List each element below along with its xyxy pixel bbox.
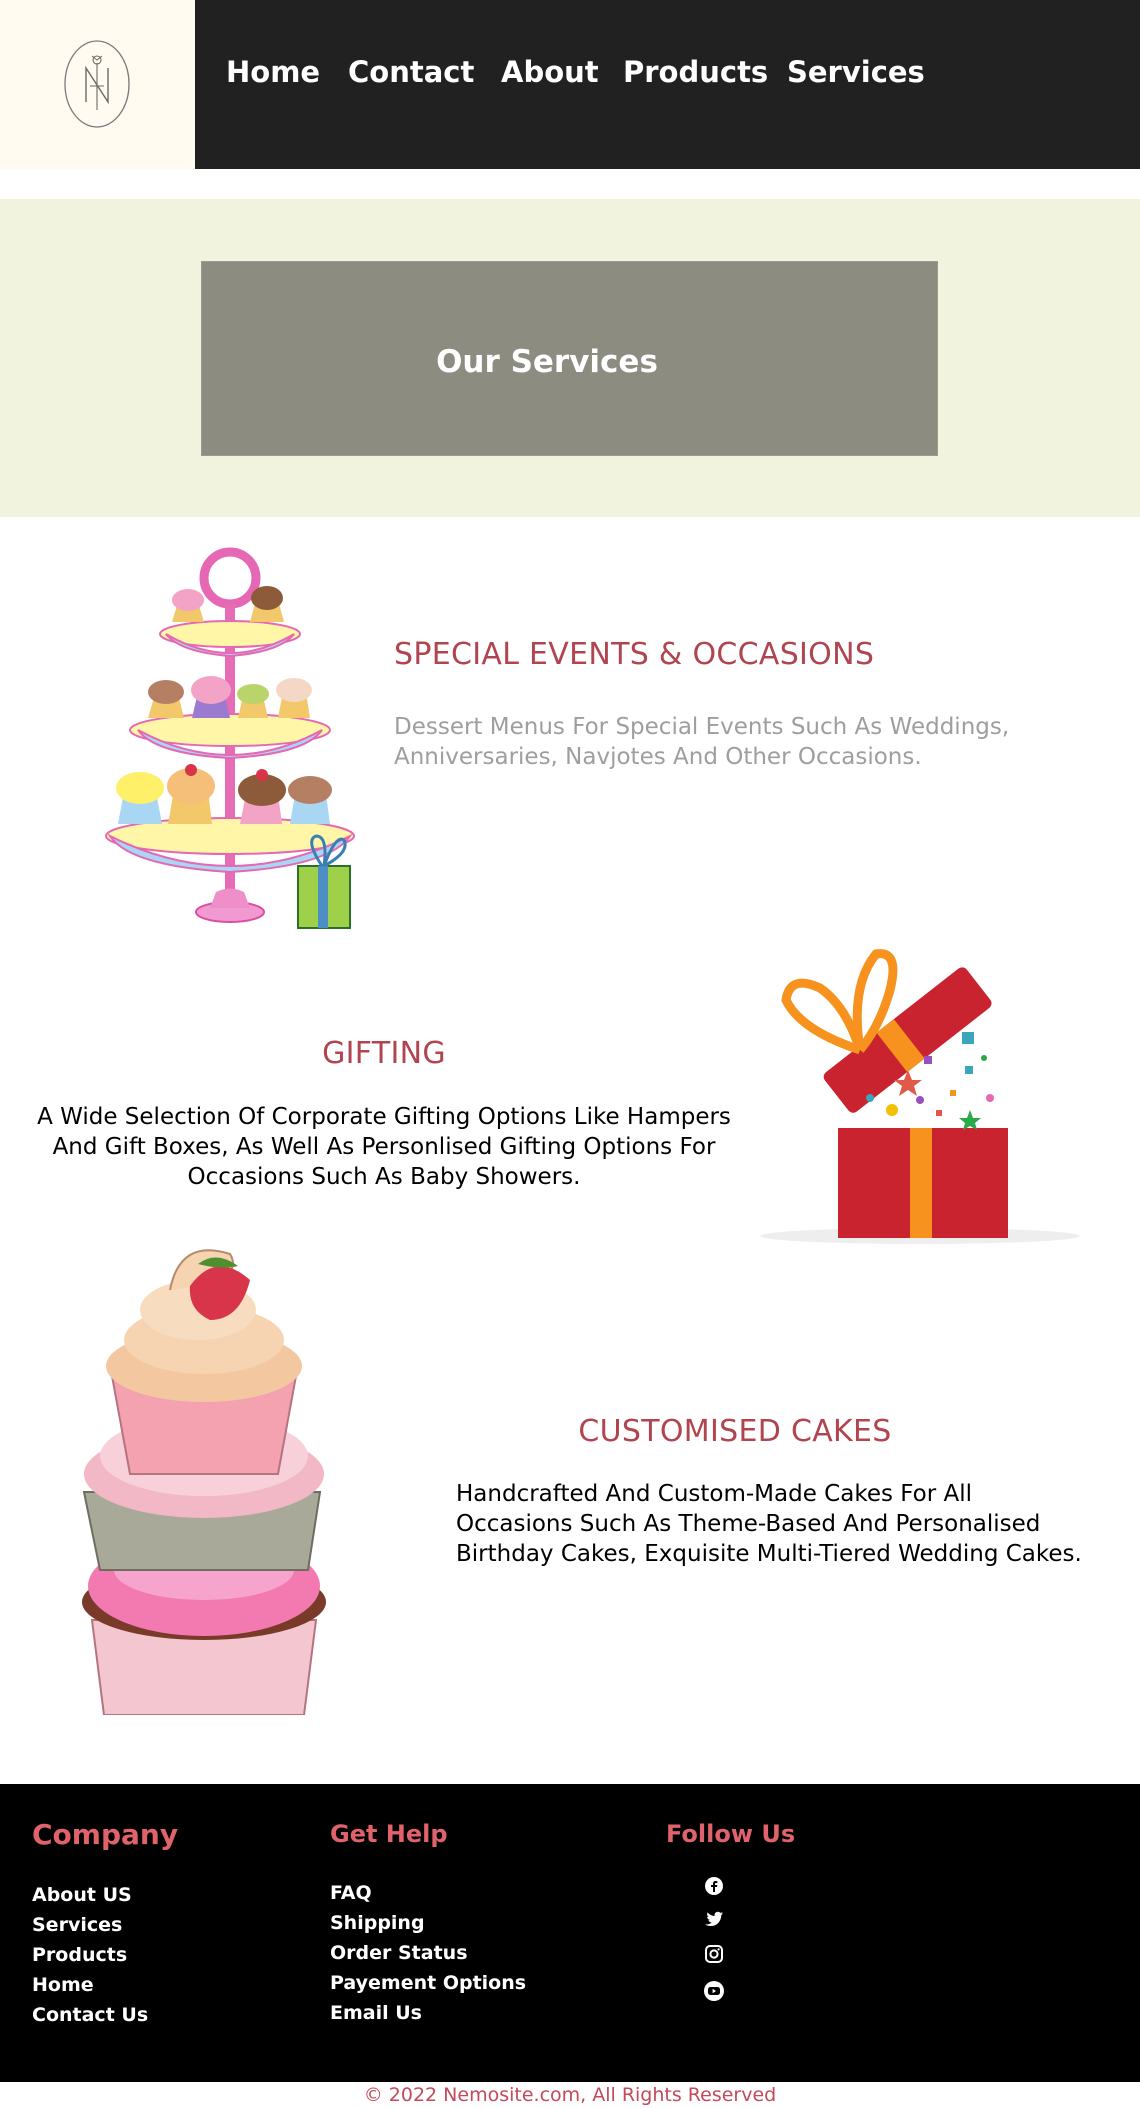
site-header: Home Contact About Products Services (0, 0, 1140, 169)
footer-link-contact[interactable]: Contact Us (32, 2004, 148, 2026)
footer-link-services[interactable]: Services (32, 1914, 122, 1936)
cupcake-stand-image (105, 547, 355, 929)
site-footer: Company About US Services Products Home … (0, 1784, 1140, 2082)
service-text-cakes: Handcrafted And Custom-Made Cakes For Al… (456, 1479, 1082, 1569)
nav-services[interactable]: Services (787, 55, 925, 89)
footer-link-email[interactable]: Email Us (330, 2002, 422, 2024)
banner-box: Our Services (201, 261, 938, 456)
service-text-line: And Gift Boxes, As Well As Personlised G… (52, 1134, 716, 1160)
youtube-icon[interactable] (704, 1981, 724, 2001)
footer-heading-follow: Follow Us (666, 1820, 796, 1848)
logo-box[interactable] (0, 0, 195, 169)
logo-icon (64, 40, 130, 128)
facebook-icon[interactable] (704, 1876, 724, 1896)
footer-heading-company: Company (32, 1818, 179, 1851)
service-text-line: Birthday Cakes, Exquisite Multi-Tiered W… (456, 1541, 1082, 1567)
service-title-gifting: GIFTING (322, 1036, 446, 1071)
copyright-text: © 2022 Nemosite.com, All Rights Reserved (363, 2084, 777, 2106)
page: Home Contact About Products Services Our… (0, 0, 1140, 2108)
nav-products[interactable]: Products (623, 55, 768, 89)
service-title-events: SPECIAL EVENTS & OCCASIONS (394, 637, 875, 672)
footer-link-products[interactable]: Products (32, 1944, 127, 1966)
footer-link-shipping[interactable]: Shipping (330, 1912, 425, 1934)
hero-banner: Our Services (0, 199, 1140, 517)
footer-link-payment-options[interactable]: Payement Options (330, 1972, 526, 1994)
footer-link-faq[interactable]: FAQ (330, 1882, 372, 1904)
service-text-line: Dessert Menus For Special Events Such As… (394, 714, 1010, 740)
footer-link-home[interactable]: Home (32, 1974, 94, 1996)
nav-home[interactable]: Home (226, 55, 320, 89)
gift-box-image (760, 949, 1080, 1244)
main-nav: Home Contact About Products Services (195, 0, 1140, 169)
nav-about[interactable]: About (501, 55, 599, 89)
service-text-events: Dessert Menus For Special Events Such As… (394, 712, 1009, 772)
page-title: Our Services (436, 344, 658, 380)
stacked-cupcakes-image (20, 1230, 388, 1715)
service-title-cakes: CUSTOMISED CAKES (578, 1414, 892, 1449)
service-text-gifting: A Wide Selection Of Corporate Gifting Op… (0, 1102, 768, 1192)
footer-link-about[interactable]: About US (32, 1884, 132, 1906)
service-text-line: Occasions Such As Baby Showers. (187, 1164, 581, 1190)
service-text-line: Occasions Such As Theme-Based And Person… (456, 1511, 1041, 1537)
footer-heading-help: Get Help (330, 1820, 448, 1848)
service-text-line: A Wide Selection Of Corporate Gifting Op… (37, 1104, 731, 1130)
service-text-line: Handcrafted And Custom-Made Cakes For Al… (456, 1481, 973, 1507)
footer-link-order-status[interactable]: Order Status (330, 1942, 468, 1964)
service-text-line: Anniversaries, Navjotes And Other Occasi… (394, 744, 922, 770)
instagram-icon[interactable] (704, 1944, 724, 1964)
nav-contact[interactable]: Contact (348, 55, 474, 89)
twitter-icon[interactable] (704, 1909, 724, 1929)
